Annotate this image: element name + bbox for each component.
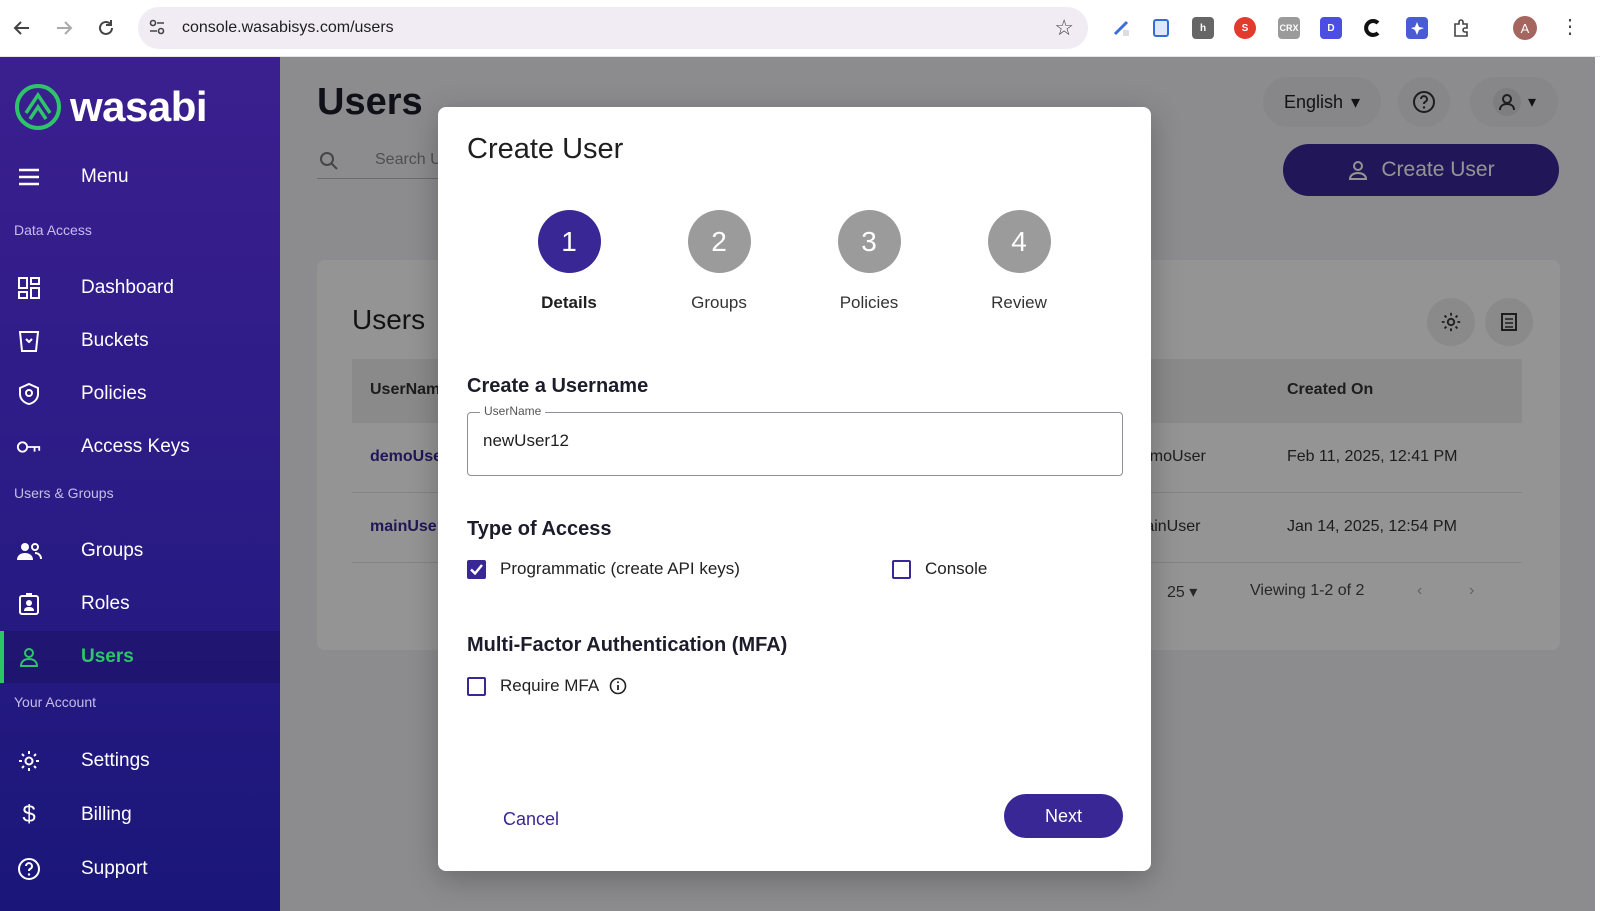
window-edge [1595, 57, 1600, 911]
sidebar-item-support[interactable]: Support [0, 843, 280, 895]
sidebar-item-users[interactable]: Users [0, 631, 280, 683]
username-input[interactable] [483, 431, 1103, 451]
help-circle-icon [16, 856, 42, 882]
sidebar-item-label: Support [81, 858, 148, 879]
sidebar-item-access-keys[interactable]: Access Keys [0, 421, 280, 473]
mfa-heading: Multi-Factor Authentication (MFA) [467, 634, 788, 656]
step-label: Policies [839, 293, 899, 312]
section-users-groups: Users & Groups [14, 485, 114, 501]
brand-name: wasabi [70, 83, 208, 130]
badge-icon [16, 591, 42, 617]
hamburger-icon [16, 164, 42, 190]
sidebar-item-label: Buckets [81, 330, 149, 351]
forward-icon[interactable] [50, 14, 78, 42]
menu-toggle[interactable]: Menu [0, 157, 280, 197]
info-icon[interactable] [609, 677, 627, 695]
sidebar-item-settings[interactable]: Settings [0, 735, 280, 787]
checkbox-checked-icon[interactable] [467, 559, 486, 579]
wasabi-logo-icon [15, 84, 61, 130]
group-icon [16, 538, 42, 564]
reader-icon[interactable] [1150, 17, 1172, 39]
username-field[interactable]: UserName [467, 404, 1123, 476]
step-label: Details [541, 293, 597, 312]
programmatic-checkbox[interactable]: Programmatic (create API keys) [467, 559, 740, 579]
dialog-title: Create User [467, 133, 624, 165]
step-details[interactable]: 1 Details [509, 210, 629, 313]
browser-menu-icon[interactable]: ⋮ [1560, 14, 1580, 39]
step-label: Review [991, 293, 1047, 312]
sidebar-item-roles[interactable]: Roles [0, 578, 280, 630]
puzzle-ext-icon[interactable] [1406, 17, 1428, 39]
seo-icon[interactable]: S [1234, 17, 1256, 39]
console-checkbox[interactable]: Console [892, 559, 987, 579]
checkbox-empty-icon[interactable] [892, 559, 911, 579]
sidebar-item-dashboard[interactable]: Dashboard [0, 262, 280, 314]
step-number: 1 [537, 210, 601, 273]
sidebar-item-policies[interactable]: Policies [0, 368, 280, 420]
step-number: 4 [987, 210, 1051, 273]
username-field-label: UserName [480, 404, 546, 418]
username-heading: Create a Username [467, 375, 649, 397]
sidebar-item-label: Groups [81, 540, 144, 561]
create-user-dialog: Create User 1 Details 2 Groups 3 Policie… [438, 107, 1151, 871]
wasabi-logo[interactable]: wasabi [14, 83, 208, 131]
step-review[interactable]: 4 Review [959, 210, 1079, 313]
section-your-account: Your Account [14, 694, 96, 710]
next-button[interactable]: Next [1004, 794, 1123, 838]
checkbox-empty-icon[interactable] [467, 676, 486, 696]
sidebar-item-label: Settings [81, 750, 150, 771]
address-bar[interactable]: console.wasabisys.com/users ☆ [138, 7, 1088, 49]
sidebar-item-label: Dashboard [81, 277, 174, 298]
require-mfa-checkbox[interactable]: Require MFA [467, 676, 627, 696]
d-icon[interactable]: D [1320, 17, 1342, 39]
key-icon [16, 434, 42, 460]
reload-icon[interactable] [92, 14, 120, 42]
sidebar-item-groups[interactable]: Groups [0, 525, 280, 577]
hubspot-icon[interactable]: h [1192, 17, 1214, 39]
site-settings-icon[interactable] [148, 18, 166, 41]
bucket-icon [16, 328, 42, 354]
access-type-heading: Type of Access [467, 518, 612, 540]
gear-icon [16, 748, 42, 774]
draw-icon[interactable] [1110, 17, 1132, 39]
bookmark-star-icon[interactable]: ☆ [1054, 15, 1074, 41]
sidebar-item-label: Policies [81, 383, 147, 404]
step-groups[interactable]: 2 Groups [659, 210, 779, 313]
section-data-access: Data Access [14, 222, 92, 238]
dollar-icon: $ [22, 801, 36, 828]
sidebar-item-label: Roles [81, 593, 130, 614]
crx-icon[interactable]: CRX [1278, 17, 1300, 39]
c-icon[interactable] [1362, 17, 1384, 39]
programmatic-label: Programmatic (create API keys) [500, 559, 740, 578]
step-number: 3 [837, 210, 901, 273]
url-text: console.wasabisys.com/users [182, 19, 394, 36]
profile-avatar[interactable]: A [1513, 16, 1537, 40]
sidebar-item-billing[interactable]: $ Billing [0, 789, 280, 841]
cancel-button[interactable]: Cancel [486, 799, 576, 839]
console-label: Console [925, 559, 988, 578]
require-mfa-label: Require MFA [500, 676, 600, 695]
step-policies[interactable]: 3 Policies [809, 210, 929, 313]
step-number: 2 [687, 210, 751, 273]
sidebar-item-label: Users [81, 646, 134, 667]
shield-icon [16, 381, 42, 407]
sidebar-item-buckets[interactable]: Buckets [0, 315, 280, 367]
extensions-icon[interactable] [1450, 17, 1472, 39]
dashboard-icon [16, 275, 42, 301]
step-label: Groups [691, 293, 747, 312]
browser-toolbar: console.wasabisys.com/users ☆ h S CRX D … [0, 0, 1600, 57]
menu-label: Menu [81, 166, 129, 187]
sidebar-item-label: Billing [81, 804, 132, 825]
person-icon [16, 644, 42, 670]
back-icon[interactable] [8, 14, 36, 42]
sidebar-item-label: Access Keys [81, 436, 190, 457]
sidebar: wasabi Menu Data Access Dashboard Bucket… [0, 57, 280, 911]
